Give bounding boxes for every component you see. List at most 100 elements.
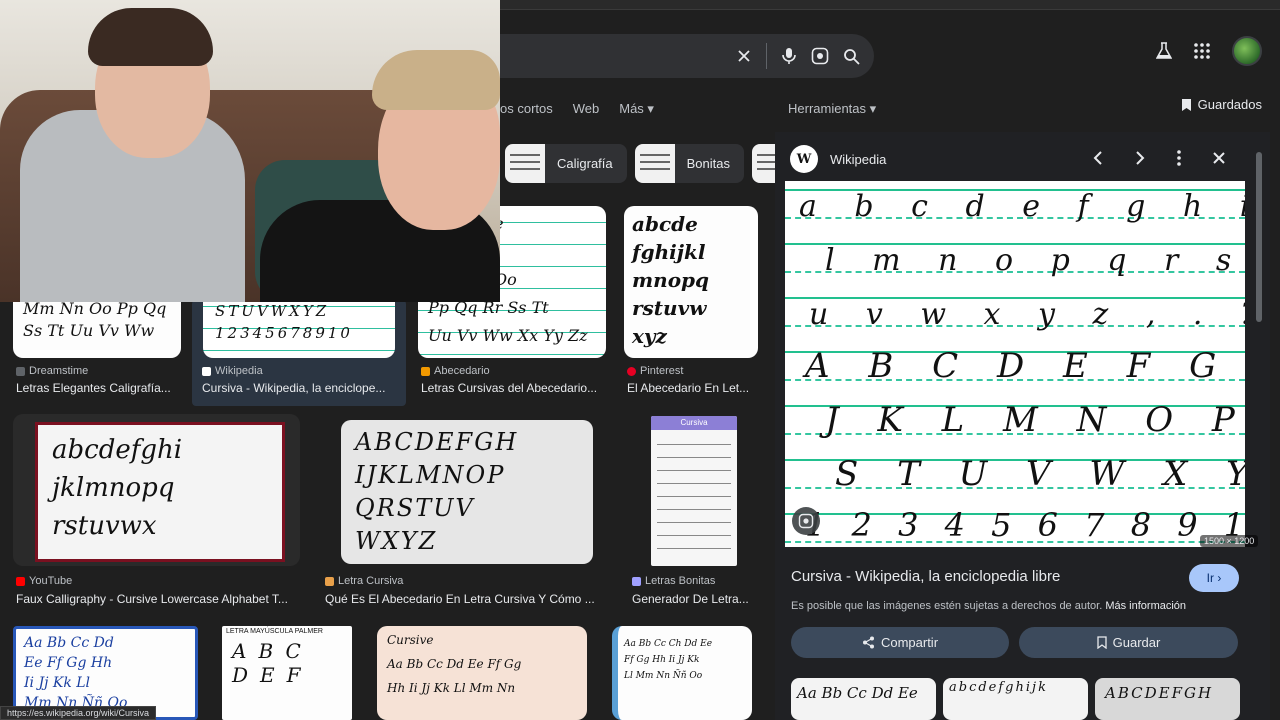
- result-image[interactable]: ABCDEFGH IJKLMNOP QRSTUV WXYZ: [341, 420, 593, 564]
- source-favicon: [632, 576, 641, 586]
- chip-thumbnail: [634, 144, 675, 183]
- share-button[interactable]: Compartir: [791, 627, 1009, 658]
- more-vert-icon[interactable]: [1170, 149, 1188, 167]
- related-image-text: Aa Bb Cc Dd Ee: [797, 684, 918, 702]
- browser-top-strip: [500, 0, 1280, 10]
- result-title[interactable]: El Abecedario En Let...: [627, 381, 757, 395]
- preview-title[interactable]: Cursiva - Wikipedia, la enciclopedia lib…: [791, 568, 1060, 585]
- search-bar[interactable]: [500, 34, 874, 78]
- search-icon[interactable]: [843, 48, 860, 65]
- saved-link[interactable]: Guardados: [1181, 97, 1262, 112]
- source-favicon: [16, 366, 25, 376]
- apps-grid-icon[interactable]: [1194, 43, 1210, 59]
- header-actions: [1156, 36, 1262, 66]
- result-source: Pinterest: [627, 365, 683, 377]
- result-image-lines: [657, 436, 731, 560]
- saved-label: Guardados: [1197, 97, 1262, 112]
- image-dimensions: 1500 × 1200: [1200, 535, 1259, 547]
- result-image-text: Aa Bb Cc Ch Dd Ee Ff Gg Hh Ii Jj Kk Ll M…: [624, 639, 713, 681]
- result-source: Letras Bonitas: [632, 575, 715, 587]
- share-icon: [862, 636, 874, 649]
- chevron-left-icon[interactable]: [1090, 149, 1108, 167]
- webcam-person-left-hair: [88, 8, 213, 66]
- result-image-text: Cursive Aa Bb Cc Dd Ee Ff Gg Hh Ii Jj Kk…: [387, 633, 522, 695]
- tab-more[interactable]: Más ▾: [619, 101, 654, 117]
- result-image[interactable]: abcdefghi jklmnopq rstuvwx: [13, 414, 300, 566]
- result-title[interactable]: Letras Elegantes Caligrafía...: [16, 381, 181, 395]
- screen: os cortos Web Más ▾ Herramientas ▾ Guard…: [0, 0, 1280, 720]
- result-source: Dreamstime: [16, 365, 88, 377]
- result-image[interactable]: Cursiva: [651, 416, 737, 566]
- result-image-header: Cursiva: [651, 416, 737, 430]
- flask-icon[interactable]: [1156, 42, 1172, 60]
- bookmark-icon: [1181, 98, 1191, 111]
- avatar[interactable]: [1232, 36, 1262, 66]
- close-icon[interactable]: [1210, 149, 1228, 167]
- source-name: Letras Bonitas: [645, 575, 716, 587]
- cursive-row: l m n o p q r s t: [825, 243, 1245, 278]
- status-url: https://es.wikipedia.org/wiki/Cursiva: [0, 706, 157, 720]
- preview-source-name: Wikipedia: [830, 151, 887, 167]
- chip-caligrafia[interactable]: Caligrafía: [505, 144, 627, 183]
- result-title[interactable]: Qué Es El Abecedario En Letra Cursiva Y …: [325, 592, 605, 606]
- preview-controls: [1090, 149, 1228, 167]
- result-image-text: abcdefghi jklmnopq rstuvwx: [52, 435, 183, 541]
- source-favicon: [627, 366, 636, 376]
- source-favicon: [16, 576, 25, 586]
- related-image[interactable]: ABCDEFGH: [1095, 678, 1240, 720]
- bookmark-icon: [1096, 636, 1107, 649]
- cursive-row: a b c d e f g h i j k: [799, 189, 1245, 224]
- page-scrollbar[interactable]: [1256, 140, 1262, 720]
- result-image[interactable]: Aa Bb Cc Ch Dd Ee Ff Gg Hh Ii Jj Kk Ll M…: [612, 626, 752, 720]
- source-favicon: [202, 366, 211, 376]
- tools-menu[interactable]: Herramientas ▾: [788, 101, 876, 117]
- source-name: Wikipedia: [215, 365, 263, 377]
- more-info-link[interactable]: Más información: [1105, 600, 1186, 612]
- result-image-text: abcde fghijkl mnopq rstuvw xyz: [632, 212, 710, 348]
- related-image-text: abcdefghijk: [949, 680, 1048, 695]
- save-label: Guardar: [1112, 635, 1161, 650]
- preview-source[interactable]: W Wikipedia: [790, 145, 886, 173]
- result-source: Letra Cursiva: [325, 575, 403, 587]
- tab-short-videos[interactable]: os cortos: [500, 101, 553, 117]
- result-image[interactable]: LETRA MAYÚSCULA PALMER ABC DEF: [222, 626, 352, 720]
- lens-search-icon[interactable]: [792, 507, 820, 535]
- scrollbar-thumb[interactable]: [1256, 152, 1262, 322]
- source-name: Dreamstime: [29, 365, 89, 377]
- result-image-text: Aa Bb Cc Dd Ee Ff Gg Hh Ii Jj Kk Ll Mm N…: [24, 635, 128, 711]
- result-image-paper: abcdefghi jklmnopq rstuvwx: [35, 422, 285, 562]
- related-image-text: ABCDEFGH: [1105, 684, 1214, 702]
- cursive-row: S T U V W X Y Z: [835, 454, 1245, 494]
- webcam-person-right-hair: [372, 50, 500, 110]
- result-title[interactable]: Faux Calligraphy - Cursive Lowercase Alp…: [16, 592, 301, 606]
- source-name: Abecedario: [434, 365, 490, 377]
- result-title[interactable]: Cursiva - Wikipedia, la enciclope...: [202, 381, 397, 395]
- source-name: Letra Cursiva: [338, 575, 404, 587]
- visit-button[interactable]: Ir ›: [1189, 564, 1239, 592]
- result-title[interactable]: Generador De Letra...: [632, 592, 757, 606]
- search-divider: [766, 43, 767, 69]
- result-image[interactable]: Cursive Aa Bb Cc Dd Ee Ff Gg Hh Ii Jj Kk…: [377, 626, 587, 720]
- preview-image[interactable]: a b c d e f g h i j k l m n o p q r s t …: [785, 181, 1245, 547]
- related-image[interactable]: Aa Bb Cc Dd Ee: [791, 678, 936, 720]
- chevron-right-icon[interactable]: [1130, 149, 1148, 167]
- webcam-overlay: [0, 0, 500, 302]
- result-source: Abecedario: [421, 365, 490, 377]
- related-image[interactable]: abcdefghijk: [943, 678, 1088, 720]
- tab-web[interactable]: Web: [573, 101, 600, 117]
- cursive-row: u v w x y z , . ? " " !: [809, 297, 1245, 332]
- save-button[interactable]: Guardar: [1019, 627, 1238, 658]
- cursive-row: A B C D E F G H I: [805, 346, 1245, 386]
- copyright-note: Es posible que las imágenes estén sujeta…: [791, 600, 1186, 612]
- result-source: YouTube: [16, 575, 72, 587]
- chip-thumbnail: [505, 144, 545, 183]
- result-title[interactable]: Letras Cursivas del Abecedario...: [421, 381, 606, 395]
- source-name: YouTube: [29, 575, 73, 587]
- mic-icon[interactable]: [781, 47, 797, 65]
- result-source: Wikipedia: [202, 365, 263, 377]
- chip-bonitas[interactable]: Bonitas: [634, 144, 745, 183]
- camera-lens-icon[interactable]: [811, 47, 829, 65]
- close-icon[interactable]: [736, 48, 752, 64]
- filter-chips: Caligrafía Bonitas: [505, 144, 791, 183]
- result-image[interactable]: abcde fghijkl mnopq rstuvw xyz: [624, 206, 758, 358]
